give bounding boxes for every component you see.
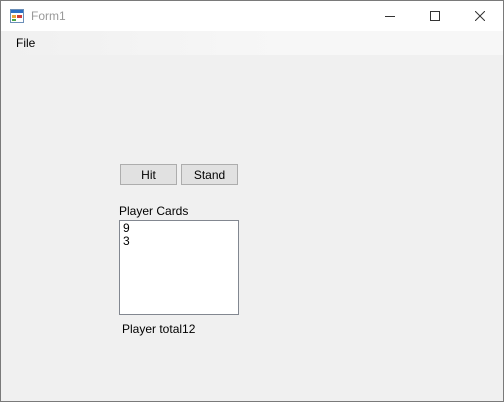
close-icon bbox=[474, 11, 485, 21]
form-app-icon bbox=[10, 9, 24, 23]
stand-button[interactable]: Stand bbox=[181, 164, 238, 185]
window-title: Form1 bbox=[31, 9, 66, 23]
form-window: Form1 File Hit Stand Player Cards 9 3 Pl… bbox=[0, 0, 504, 402]
player-total-label: Player total12 bbox=[122, 322, 196, 336]
hit-button[interactable]: Hit bbox=[120, 164, 177, 185]
menu-bar: File bbox=[1, 31, 503, 55]
minimize-icon bbox=[384, 16, 395, 17]
list-item[interactable]: 9 bbox=[123, 222, 235, 235]
maximize-icon bbox=[429, 11, 440, 21]
title-bar[interactable]: Form1 bbox=[1, 1, 503, 31]
player-cards-label: Player Cards bbox=[119, 204, 189, 218]
menu-file[interactable]: File bbox=[10, 34, 41, 52]
minimize-button[interactable] bbox=[367, 1, 412, 31]
close-button[interactable] bbox=[457, 1, 502, 31]
maximize-button[interactable] bbox=[412, 1, 457, 31]
list-item[interactable]: 3 bbox=[123, 235, 235, 248]
player-cards-list[interactable]: 9 3 bbox=[119, 220, 239, 315]
